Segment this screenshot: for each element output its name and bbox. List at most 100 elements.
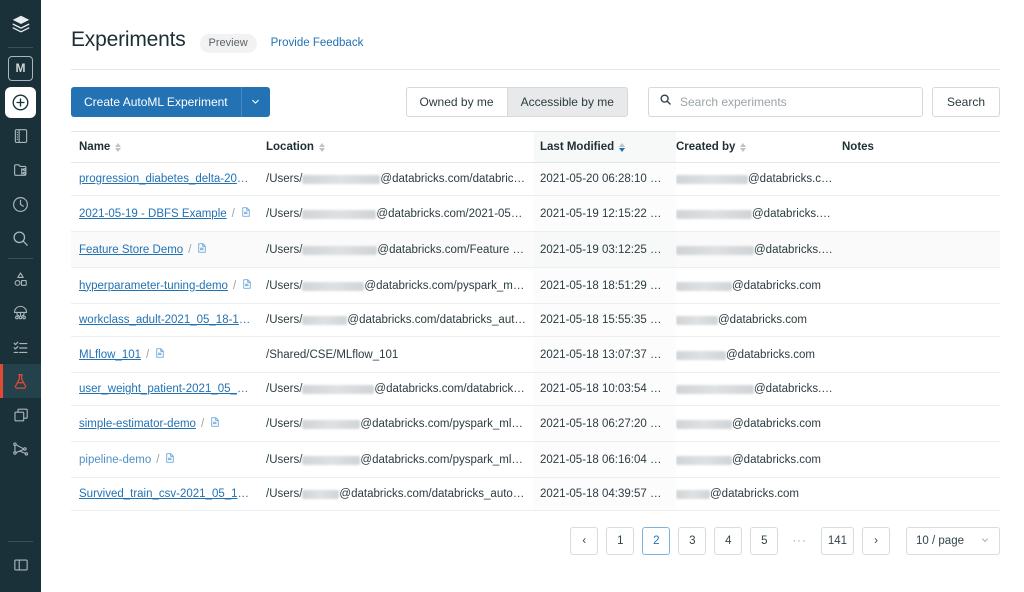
sidebar-item-search[interactable]	[0, 221, 41, 255]
pagination: ‹ 1 2 3 4 5 ··· 141 › 10 / page	[41, 527, 1024, 555]
experiment-name-link[interactable]: Feature Store Demo	[79, 244, 183, 256]
experiment-name-link[interactable]: 2021-05-19 - DBFS Example	[79, 208, 227, 220]
table-row[interactable]: 2021-05-19 - DBFS Example//Users/@databr…	[71, 196, 1000, 232]
sidebar-item-compute[interactable]	[0, 296, 41, 330]
sidebar-item-data[interactable]	[0, 262, 41, 296]
sidebar-divider-bottom	[8, 541, 33, 542]
filter-accessible-by-me[interactable]: Accessible by me	[507, 87, 628, 117]
sidebar-item-panel-toggle[interactable]	[0, 548, 41, 582]
redacted-username	[676, 210, 752, 219]
search-box[interactable]	[648, 87, 923, 117]
cell-name: 2021-05-19 - DBFS Example/	[71, 196, 266, 232]
chevron-down-icon	[250, 95, 261, 110]
column-header-name[interactable]: Name	[71, 132, 266, 163]
experiment-name-link[interactable]: simple-estimator-demo	[79, 418, 196, 430]
sidebar-item-experiments[interactable]	[0, 364, 41, 398]
pagination-page-4[interactable]: 4	[714, 527, 742, 555]
cell-location: /Users/@databricks.com/databricks_automl…	[266, 478, 534, 511]
pagination-last-page[interactable]: 141	[821, 527, 854, 555]
pagination-page-2[interactable]: 2	[642, 527, 670, 555]
models-icon	[12, 406, 30, 424]
column-header-location[interactable]: Location	[266, 132, 534, 163]
experiment-name-link[interactable]: hyperparameter-tuning-demo	[79, 280, 228, 292]
table-row[interactable]: progression_diabetes_delta-2021... /Users…	[71, 163, 1000, 196]
table-header-row: Name Location Last Mod	[71, 132, 1000, 163]
pagination-page-3[interactable]: 3	[678, 527, 706, 555]
cell-notes	[842, 373, 1000, 406]
cell-last-modified: 2021-05-20 06:28:10 CDT	[534, 163, 676, 196]
column-header-notes: Notes	[842, 132, 1000, 163]
redacted-username	[302, 456, 360, 465]
sidebar-item-create[interactable]	[0, 85, 41, 119]
cell-notes	[842, 196, 1000, 232]
experiment-name-link[interactable]: Survived_train_csv-2021_05_18-...	[79, 488, 251, 500]
sidebar-item-recents[interactable]	[0, 187, 41, 221]
experiment-name-link[interactable]: MLflow_101	[79, 349, 141, 361]
create-automl-experiment-button[interactable]: Create AutoML Experiment	[71, 87, 241, 117]
sidebar-item-models[interactable]	[0, 398, 41, 432]
redacted-username	[676, 316, 718, 325]
cell-created-by: @databricks.com	[676, 196, 842, 232]
table-row[interactable]: user_weight_patient-2021_05_18... /Users/…	[71, 373, 1000, 406]
notebook-icon[interactable]	[196, 242, 208, 257]
experiment-name-link[interactable]: pipeline-demo	[79, 454, 151, 466]
panel-toggle-icon	[12, 556, 30, 574]
cell-name: MLflow_101/	[71, 337, 266, 373]
notebook-icon[interactable]	[164, 452, 176, 467]
table-row[interactable]: simple-estimator-demo / /Users/@databricks…	[71, 406, 1000, 442]
search-button[interactable]: Search	[932, 87, 1000, 117]
sort-toggle-location[interactable]	[319, 143, 325, 152]
redacted-username	[302, 316, 347, 325]
notebook-icon[interactable]	[209, 416, 221, 431]
cell-last-modified: 2021-05-18 06:27:20 CDT	[534, 406, 676, 442]
redacted-username	[676, 246, 754, 255]
search-input[interactable]	[680, 95, 912, 109]
cell-notes	[842, 232, 1000, 268]
cell-location: /Users/@databricks.com/databricks_...	[266, 163, 534, 196]
sidebar-item-workspace[interactable]	[0, 119, 41, 153]
name-separator: /	[201, 418, 204, 430]
table-row[interactable]: workclass_adult-2021_05_18-16_.../Users/…	[71, 304, 1000, 337]
provide-feedback-link[interactable]: Provide Feedback	[271, 37, 364, 49]
cell-notes	[842, 406, 1000, 442]
column-header-last-modified[interactable]: Last Modified	[534, 132, 676, 163]
sidebar-item-repos[interactable]	[0, 153, 41, 187]
recents-clock-icon	[11, 195, 30, 214]
sidebar-item-partner-connect[interactable]	[0, 432, 41, 466]
column-label-last-modified: Last Modified	[540, 141, 614, 153]
pagination-page-1[interactable]: 1	[606, 527, 634, 555]
sidebar-item-workspace-m[interactable]: M	[0, 51, 41, 85]
table-row[interactable]: hyperparameter-tuning-demo//Users/@datab…	[71, 268, 1000, 304]
page-size-select[interactable]: 10 / page	[906, 527, 1000, 555]
notebook-icon[interactable]	[240, 206, 252, 221]
cell-location: /Shared/CSE/MLflow_101	[266, 337, 534, 373]
cell-notes	[842, 304, 1000, 337]
experiment-name-link[interactable]: workclass_adult-2021_05_18-16_...	[79, 314, 251, 326]
main-content: Experiments Preview Provide Feedback Cre…	[41, 0, 1024, 592]
experiment-name-link[interactable]: user_weight_patient-2021_05_18...	[79, 383, 251, 395]
experiment-name-link[interactable]: progression_diabetes_delta-2021...	[79, 173, 251, 185]
table-row[interactable]: pipeline-demo//Users/@databricks.com/pys…	[71, 442, 1000, 478]
pagination-next-button[interactable]: ›	[862, 527, 890, 555]
sort-toggle-last-modified[interactable]	[619, 143, 625, 152]
notebook-icon[interactable]	[241, 278, 253, 293]
cell-location: /Users/@databricks.com/pyspark_ml_aut...	[266, 406, 534, 442]
notebook-icon[interactable]	[154, 347, 166, 362]
column-header-created-by[interactable]: Created by	[676, 132, 842, 163]
pagination-prev-button[interactable]: ‹	[570, 527, 598, 555]
filter-owned-by-me[interactable]: Owned by me	[406, 87, 507, 117]
table-row[interactable]: MLflow_101//Shared/CSE/MLflow_1012021-05…	[71, 337, 1000, 373]
sort-toggle-name[interactable]	[115, 143, 121, 152]
name-separator: /	[156, 454, 159, 466]
search-group: Search	[648, 87, 1000, 117]
pagination-page-5[interactable]: 5	[750, 527, 778, 555]
table-row[interactable]: Feature Store Demo//Users/@databricks.co…	[71, 232, 1000, 268]
cell-location: /Users/@databricks.com/databricks_a...	[266, 373, 534, 406]
sidebar-item-jobs[interactable]	[0, 330, 41, 364]
databricks-logo-icon	[10, 13, 32, 35]
create-experiment-dropdown-button[interactable]	[241, 87, 270, 117]
sidebar-item-databricks-logo[interactable]	[0, 4, 41, 44]
table-row[interactable]: Survived_train_csv-2021_05_18-... /Users/…	[71, 478, 1000, 511]
sort-toggle-created-by[interactable]	[740, 143, 746, 152]
cell-last-modified: 2021-05-18 04:39:57 CDT	[534, 478, 676, 511]
